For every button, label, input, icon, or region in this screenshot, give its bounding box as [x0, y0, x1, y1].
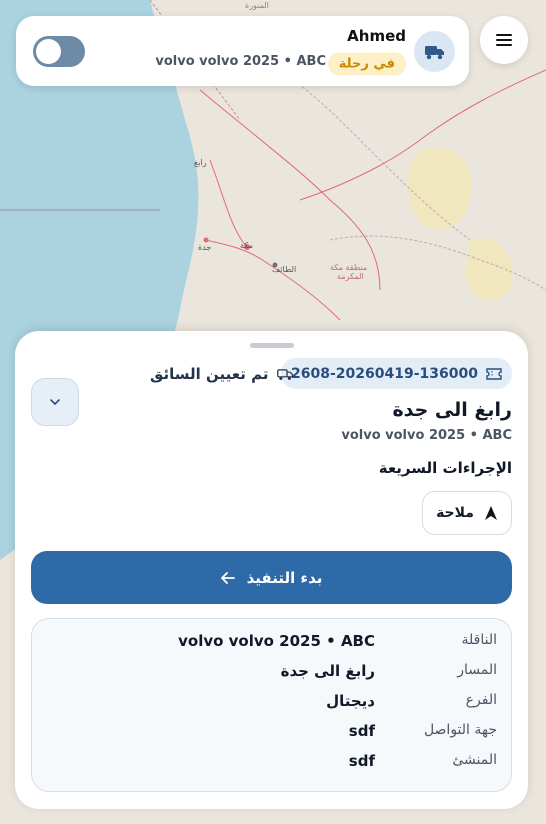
navigation-arrow-icon [484, 506, 497, 520]
map-label-madinah: المنورة [245, 1, 269, 10]
detail-label: المسار [457, 662, 497, 678]
detail-label: الفرع [465, 692, 497, 708]
map-label-rabigh: رابغ [194, 158, 207, 167]
detail-value: volvo volvo 2025 • ABC [178, 632, 375, 650]
detail-row: جهة التواصل sdf [32, 722, 511, 746]
trip-details-card: الناقلة volvo volvo 2025 • ABC المسار را… [31, 618, 512, 792]
detail-label: المنشئ [452, 752, 497, 768]
assign-status: تم تعيين السائق [150, 365, 294, 383]
trip-id-chip: 2608-20260419-136000 [281, 358, 512, 389]
route-vehicle: volvo volvo 2025 • ABC [341, 428, 512, 443]
detail-row: المسار رابغ الى جدة [32, 662, 511, 686]
sheet-drag-handle[interactable] [250, 343, 294, 348]
map-label-makkah: مكة [240, 241, 253, 250]
truck-icon [414, 31, 455, 72]
ticket-icon [486, 367, 502, 380]
detail-label: الناقلة [461, 632, 497, 648]
navigate-button[interactable]: ملاحة [422, 491, 512, 535]
arrow-left-icon [220, 571, 235, 584]
trip-id-text: 2608-20260419-136000 [291, 365, 478, 382]
quick-actions-title: الإجراءات السريعة [378, 459, 512, 477]
truck-icon [276, 368, 293, 380]
status-badge: في رحلة [327, 52, 406, 76]
collapse-button[interactable] [31, 378, 79, 426]
assign-status-text: تم تعيين السائق [150, 365, 269, 383]
menu-button[interactable] [480, 16, 528, 64]
chevron-down-icon [50, 399, 60, 406]
detail-label: جهة التواصل [423, 722, 497, 738]
map-label-taif: الطائف [272, 265, 296, 274]
detail-value: sdf [348, 722, 375, 740]
detail-value: sdf [348, 752, 375, 770]
vehicle-info: volvo volvo 2025 • ABC [155, 54, 326, 69]
route-title: رابغ الى جدة [392, 399, 512, 421]
map-label-jeddah: جدة [198, 243, 211, 252]
driver-status-bar: Ahmed في رحلة volvo volvo 2025 • ABC [16, 16, 469, 86]
detail-value: ديجتال [326, 692, 375, 710]
toggle-knob [36, 39, 61, 64]
driver-name: Ahmed [347, 27, 406, 45]
navigate-label: ملاحة [436, 505, 474, 521]
trip-bottom-sheet: 2608-20260419-136000 تم تعيين السائق راب… [15, 331, 528, 809]
detail-row: المنشئ sdf [32, 752, 511, 776]
availability-toggle[interactable] [33, 36, 85, 67]
detail-value: رابغ الى جدة [280, 662, 375, 680]
detail-row: الفرع ديجتال [32, 692, 511, 716]
map-label-region: منطقة مكة [330, 263, 367, 272]
start-execution-button[interactable]: بدء التنفيذ [31, 551, 512, 604]
hamburger-icon [496, 34, 512, 46]
map-label-region-2: المكرمة [337, 272, 364, 281]
start-label: بدء التنفيذ [246, 568, 323, 587]
detail-row: الناقلة volvo volvo 2025 • ABC [32, 632, 511, 656]
